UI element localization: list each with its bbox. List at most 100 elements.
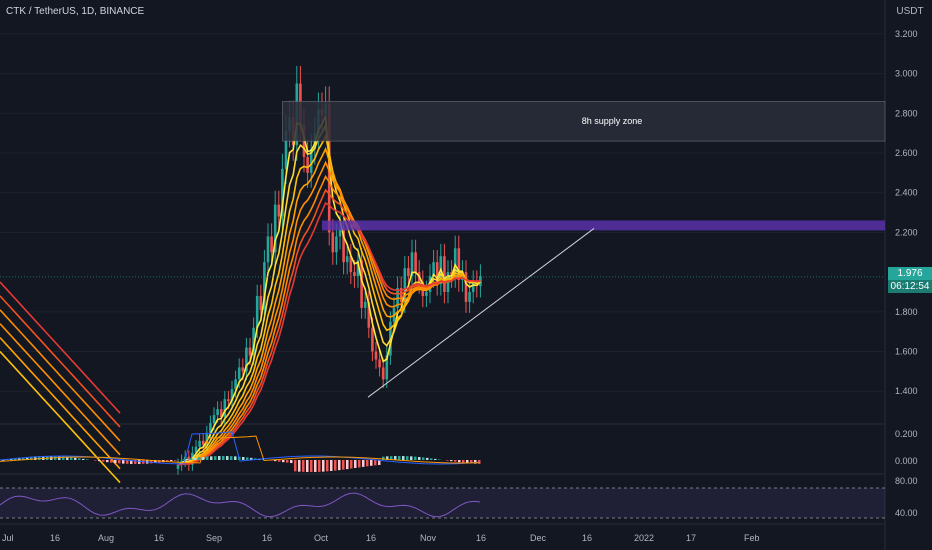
macd-histogram-bar — [370, 460, 373, 466]
macd-histogram-bar — [446, 460, 449, 461]
macd-histogram-bar — [410, 456, 413, 460]
y-tick-label: 2.800 — [895, 108, 918, 118]
candle-body — [237, 367, 241, 380]
macd-histogram-bar — [82, 458, 85, 460]
macd-histogram-bar — [342, 460, 345, 470]
last-price-tag: 1.976 — [888, 267, 932, 280]
macd-histogram-bar — [402, 456, 405, 460]
symbol-title: CTK / TetherUS, 1D, BINANCE — [6, 6, 145, 17]
macd-histogram-bar — [74, 457, 77, 460]
y-tick-label: 1.600 — [895, 347, 918, 357]
macd-histogram-bar — [418, 456, 421, 460]
macd-histogram-bar — [102, 460, 105, 462]
candle-body — [277, 204, 281, 217]
candle-body — [381, 367, 385, 380]
x-tick-label: 16 — [154, 533, 164, 543]
y-tick-label: 1.800 — [895, 307, 918, 317]
macd-histogram-bar — [430, 458, 433, 460]
macd-histogram-bar — [350, 460, 353, 469]
ema-ribbon-line — [0, 295, 121, 428]
macd-histogram-bar — [302, 460, 305, 472]
macd-histogram-bar — [286, 460, 289, 463]
macd-histogram-bar — [194, 457, 197, 460]
macd-histogram-bar — [278, 460, 281, 462]
macd-tick-label: 0.000 — [895, 456, 918, 466]
macd-histogram-bar — [362, 460, 365, 467]
macd-histogram-bar — [118, 460, 121, 464]
x-tick-label: Feb — [744, 533, 760, 543]
macd-histogram-bar — [186, 458, 189, 460]
chart-canvas[interactable]: 3.200 3.000 2.800 2.600 2.400 2.200 1.800 1.600… — [0, 0, 932, 550]
macd-histogram-bar — [366, 460, 369, 467]
candle-body — [374, 351, 378, 360]
macd-histogram-bar — [358, 460, 361, 468]
macd-histogram-bar — [306, 460, 309, 472]
candle-body — [414, 252, 417, 273]
candle-body — [306, 156, 309, 173]
candle-body — [270, 236, 273, 253]
macd-histogram-bar — [426, 457, 429, 460]
candle-body — [371, 327, 374, 352]
x-tick-label: Oct — [314, 533, 329, 543]
rsi-band — [0, 488, 885, 518]
macd-histogram-bar — [326, 460, 329, 472]
macd-histogram-bar — [94, 460, 97, 461]
macd-histogram-bar — [338, 460, 341, 471]
candle-body — [407, 268, 410, 277]
macd-histogram-bar — [450, 460, 453, 462]
currency-label: USDT — [896, 6, 924, 17]
y-tick-label: 2.200 — [895, 227, 918, 237]
macd-histogram-bar — [110, 460, 113, 463]
macd-histogram-bar — [294, 460, 297, 472]
x-tick-label: 16 — [366, 533, 376, 543]
ema-ribbon-line — [177, 115, 481, 466]
y-tick-label: 2.400 — [895, 188, 918, 198]
macd-histogram-bar — [98, 460, 101, 462]
x-tick-label: Nov — [420, 533, 437, 543]
candle-body — [331, 232, 335, 253]
x-tick-label: Jul — [2, 533, 14, 543]
macd-histogram-bar — [334, 460, 337, 471]
macd-histogram-bar — [398, 456, 401, 460]
macd-histogram-bar — [354, 460, 357, 468]
x-tick-label: 17 — [686, 533, 696, 543]
macd-histogram-bar — [106, 460, 109, 463]
ema-ribbon-line — [0, 350, 121, 484]
macd-histogram-bar — [70, 457, 73, 460]
macd-histogram-bar — [222, 456, 225, 460]
macd-histogram-bar — [122, 460, 125, 464]
macd-histogram-bar — [218, 456, 221, 460]
countdown-tag: 06:12:54 — [888, 280, 932, 293]
macd-histogram-bar — [298, 460, 301, 472]
x-tick-label: Sep — [206, 533, 222, 543]
macd-histogram-bar — [86, 459, 89, 460]
candle-body — [378, 359, 381, 368]
y-tick-label: 3.200 — [895, 29, 918, 39]
macd-histogram-bar — [414, 456, 417, 460]
macd-histogram-bar — [182, 459, 185, 460]
ema-ribbon-line — [0, 337, 121, 470]
x-tick-label: 16 — [50, 533, 60, 543]
candle-body — [259, 295, 263, 310]
macd-histogram-bar — [242, 456, 245, 460]
macd-histogram-bar — [314, 460, 317, 472]
ema-ribbon-line — [0, 309, 121, 442]
macd-histogram-bar — [434, 458, 437, 460]
macd-histogram-bar — [190, 458, 193, 460]
ema-ribbon-line — [0, 281, 121, 414]
candle-body — [227, 399, 230, 402]
candle-body — [198, 440, 201, 447]
x-tick-label: 16 — [262, 533, 272, 543]
y-tick-label: 3.000 — [895, 69, 918, 79]
x-tick-label: 2022 — [634, 533, 654, 543]
candle-body — [335, 236, 338, 253]
macd-histogram-bar — [374, 460, 377, 466]
rsi-tick-label: 40.00 — [895, 508, 918, 518]
candle-body — [216, 409, 219, 416]
macd-histogram-bar — [346, 460, 349, 470]
macd-histogram-bar — [282, 460, 285, 463]
candle-body — [353, 272, 356, 277]
macd-histogram-bar — [114, 460, 117, 464]
macd-histogram-bar — [246, 457, 249, 460]
macd-tick-label: 0.200 — [895, 429, 918, 439]
